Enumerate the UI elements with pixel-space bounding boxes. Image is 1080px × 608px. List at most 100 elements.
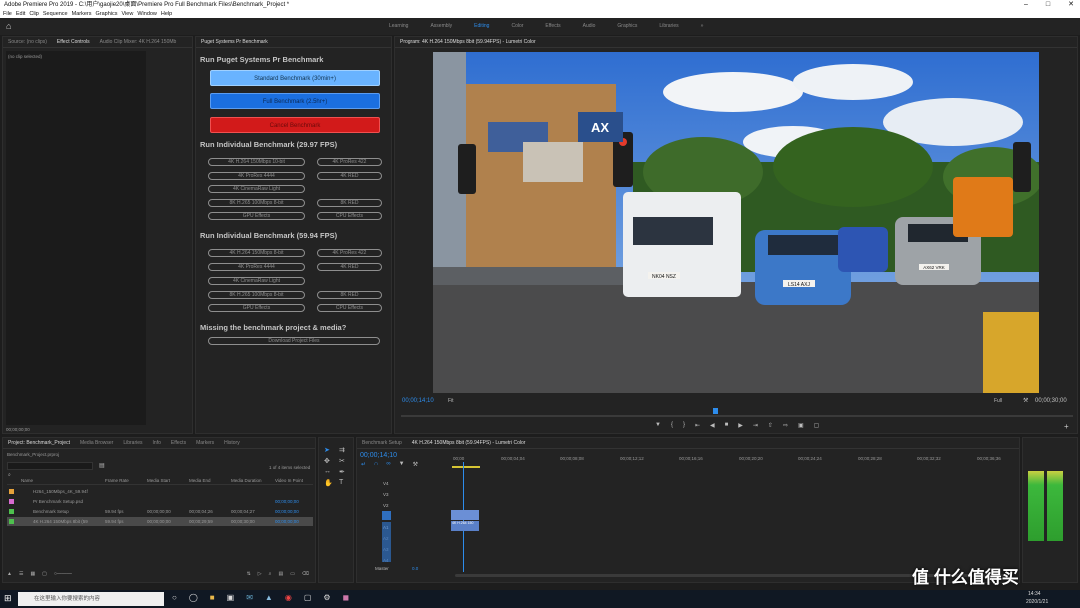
app-icon[interactable]: ▲ xyxy=(265,593,273,602)
workspace-editing[interactable]: Editing xyxy=(474,18,489,35)
add-marker-icon[interactable]: ▼ xyxy=(655,422,661,429)
edge-icon[interactable]: ◯ xyxy=(189,593,198,602)
add-marker-timeline-icon[interactable]: ▼ xyxy=(399,461,405,468)
tab-sequence[interactable]: 4K H.264 150Mbps 8bit (59.94FPS) - Lumet… xyxy=(412,440,526,446)
workspace-learning[interactable]: Learning xyxy=(389,18,408,35)
tab-effect-controls[interactable]: Effect Controls xyxy=(57,39,90,45)
standard-benchmark-button[interactable]: Standard Benchmark (30min+) xyxy=(210,70,380,86)
menu-edit[interactable]: Edit xyxy=(16,10,25,18)
menu-sequence[interactable]: Sequence xyxy=(43,10,68,18)
settings-icon[interactable]: ⚙ xyxy=(323,593,330,602)
menu-help[interactable]: Help xyxy=(161,10,172,18)
btn-5994-prores4444[interactable]: 4K ProRes 4444 xyxy=(208,263,305,271)
minimize-icon[interactable]: – xyxy=(1024,0,1028,10)
tab-puget[interactable]: Puget Systems Pr Benchmark xyxy=(201,39,268,45)
video-clip[interactable] xyxy=(451,510,479,520)
col-frame-rate[interactable]: Frame Rate xyxy=(105,478,129,483)
btn-5994-cinemaraw[interactable]: 4K CinemaRaw Light xyxy=(208,277,305,285)
freeform-view-icon[interactable]: ▢ xyxy=(42,571,47,577)
track-v4[interactable]: V4 xyxy=(359,478,451,489)
icon-view-icon[interactable]: ▦ xyxy=(30,571,35,577)
trash-icon[interactable]: ⌫ xyxy=(302,571,309,577)
mail-icon[interactable]: ✉ xyxy=(246,593,253,602)
workspace-graphics[interactable]: Graphics xyxy=(617,18,637,35)
tab-effects[interactable]: Effects xyxy=(171,440,186,446)
export-frame-icon[interactable]: ▣ xyxy=(798,422,804,429)
add-button-icon[interactable]: + xyxy=(1064,422,1069,431)
tab-benchmark-setup[interactable]: Benchmark Setup xyxy=(362,440,402,446)
taskbar-search-input[interactable]: 在这里输入你要搜索的内容 xyxy=(18,592,164,606)
tab-audio-clip-mixer[interactable]: Audio Clip Mixer: 4K H.264 150Mb xyxy=(100,39,177,45)
tab-source[interactable]: Source: (no clips) xyxy=(8,39,47,45)
col-media-end[interactable]: Media End xyxy=(189,478,211,483)
btn-2997-gpu[interactable]: GPU Effects xyxy=(208,212,305,220)
razor-tool-icon[interactable]: ✂ xyxy=(339,457,351,465)
tab-project[interactable]: Project: Benchmark_Project xyxy=(8,440,70,446)
stop-icon[interactable]: ■ xyxy=(725,422,729,429)
tab-program[interactable]: Program: 4K H.264 150Mbps 8bit (59.94FPS… xyxy=(400,39,536,45)
linked-selection-icon[interactable]: ∞ xyxy=(386,461,390,468)
menu-graphics[interactable]: Graphics xyxy=(96,10,118,18)
clock-date[interactable]: 2020/1/21 xyxy=(1026,599,1048,605)
new-item-icon[interactable]: ▭ xyxy=(290,571,295,577)
col-media-start[interactable]: Media Start xyxy=(147,478,170,483)
table-row-selected[interactable]: 4K H.264 150Mbps 8bit (59 59.94 fps 00;0… xyxy=(7,517,313,526)
tab-libraries[interactable]: Libraries xyxy=(123,440,142,446)
btn-2997-prores422[interactable]: 4K ProRes 422 xyxy=(317,158,382,166)
table-row[interactable]: Pr Benchmark Setup.psd 00;00;00;00 xyxy=(7,497,313,506)
ripple-edit-icon[interactable]: ✥ xyxy=(324,457,336,465)
btn-2997-h264[interactable]: 4K H.264 150Mbps 10-bit xyxy=(208,158,305,166)
new-bin-footer-icon[interactable]: ▤ xyxy=(278,571,283,577)
slip-tool-icon[interactable]: ↔ xyxy=(324,468,336,476)
lock-icon[interactable]: ▲ xyxy=(7,571,12,577)
track-v3[interactable]: V3 xyxy=(359,489,451,500)
comparison-view-icon[interactable]: ▢ xyxy=(814,422,820,429)
workspace-libraries[interactable]: Libraries xyxy=(659,18,678,35)
cancel-benchmark-button[interactable]: Cancel Benchmark xyxy=(210,117,380,133)
close-icon[interactable]: ✕ xyxy=(1068,0,1074,10)
track-v1[interactable]: V1 xyxy=(359,511,451,522)
playhead-icon[interactable] xyxy=(713,408,718,414)
go-to-out-icon[interactable]: ⇥ xyxy=(753,422,758,429)
tab-media-browser[interactable]: Media Browser xyxy=(80,440,113,446)
btn-2997-h265[interactable]: 8K H.265 100Mbps 8-bit xyxy=(208,199,305,207)
workspace-color[interactable]: Color xyxy=(511,18,523,35)
task-view-icon[interactable]: ○ xyxy=(172,593,177,602)
btn-2997-8kred[interactable]: 8K RED xyxy=(317,199,382,207)
table-row[interactable]: Benchmark Setup 59.94 fps 00;00;00;00 00… xyxy=(7,507,313,516)
store-icon[interactable]: ▣ xyxy=(227,593,235,602)
selection-tool-icon[interactable]: ➤ xyxy=(324,446,336,454)
col-name[interactable]: Name xyxy=(21,478,33,483)
step-back-icon[interactable]: ◀ xyxy=(710,422,715,429)
extract-icon[interactable]: ⇨ xyxy=(783,422,788,429)
btn-5994-gpu[interactable]: GPU Effects xyxy=(208,304,305,312)
track-a2[interactable]: A2 xyxy=(359,533,451,544)
windows-start-icon[interactable]: ⊞ xyxy=(4,593,12,604)
btn-5994-h265[interactable]: 8K H.265 100Mbps 8-bit xyxy=(208,291,305,299)
btn-2997-cinemaraw[interactable]: 4K CinemaRaw Light xyxy=(208,185,305,193)
tab-info[interactable]: Info xyxy=(153,440,161,446)
download-project-files-button[interactable]: Download Project Files xyxy=(208,337,380,345)
btn-5994-red[interactable]: 4K RED xyxy=(317,263,382,271)
audio-clip[interactable]: 4K H.264 150 xyxy=(451,521,479,531)
col-media-duration[interactable]: Media Duration xyxy=(231,478,262,483)
master-volume[interactable]: 0.0 xyxy=(412,566,418,571)
track-a3[interactable]: A3 xyxy=(359,544,451,555)
nest-icon[interactable]: ↵ xyxy=(361,461,366,468)
menu-window[interactable]: Window xyxy=(137,10,157,18)
table-row[interactable]: H264_150Mbps_4K_59.94f xyxy=(7,487,313,496)
workspace-overflow-icon[interactable]: » xyxy=(701,18,704,35)
track-a1[interactable]: A1 xyxy=(359,522,451,533)
zoom-slider[interactable]: ○——— xyxy=(54,571,72,577)
snap-icon[interactable]: ∩ xyxy=(374,461,378,468)
btn-2997-red[interactable]: 4K RED xyxy=(317,172,382,180)
track-v2[interactable]: V2 xyxy=(359,500,451,511)
premiere-icon[interactable]: ◼ xyxy=(343,593,350,602)
track-select-icon[interactable]: ⇉ xyxy=(339,446,351,454)
home-icon[interactable]: ⌂ xyxy=(6,21,11,31)
time-ruler[interactable]: 00;00 00;00;04;04 00;00;08;08 00;00;12;1… xyxy=(451,456,1011,464)
new-bin-icon[interactable]: ▤ xyxy=(99,462,105,469)
hand-tool-icon[interactable]: ✋ xyxy=(324,479,336,487)
wrench-icon[interactable]: ⚒ xyxy=(1023,397,1028,404)
pen-tool-icon[interactable]: ✒ xyxy=(339,468,351,476)
